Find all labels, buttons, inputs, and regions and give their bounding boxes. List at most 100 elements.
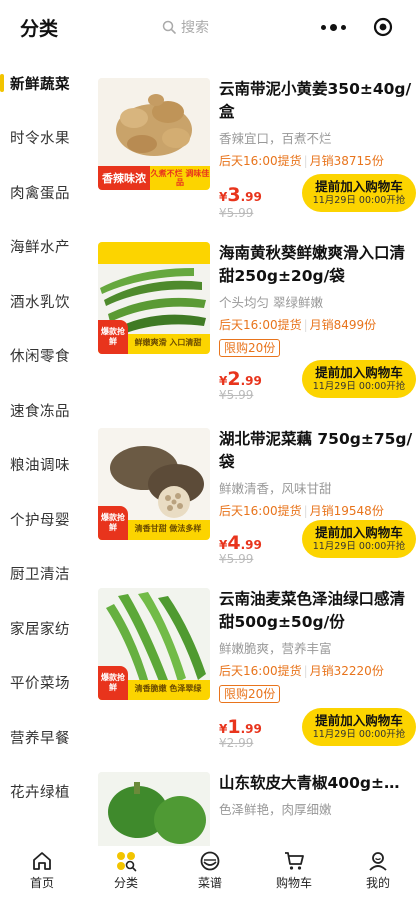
monthly-sales: 月销32220份 — [309, 664, 384, 678]
more-dots-icon[interactable] — [308, 23, 358, 31]
product-price: ¥2.99 — [219, 368, 262, 390]
badge-main-text: 爆款抢鲜 — [98, 506, 128, 540]
original-price: ¥2.99 — [219, 736, 254, 750]
sidebar-item-fresh-vegetables[interactable]: 新鲜蔬菜 — [0, 56, 86, 111]
tab-label: 菜谱 — [197, 876, 222, 890]
tab-recipes[interactable]: 菜谱 — [168, 846, 252, 898]
sidebar-item-grain-oil[interactable]: 粮油调味 — [0, 438, 86, 493]
sidebar-item-snacks[interactable]: 休闲零食 — [0, 329, 86, 384]
category-icon — [117, 852, 137, 872]
product-name[interactable]: 云南带泥小黄姜350±40g/盒 — [219, 78, 415, 124]
sidebar-item-seasonal-fruit[interactable]: 时令水果 — [0, 111, 86, 166]
category-sidebar: 新鲜蔬菜 时令水果 肉禽蛋品 海鲜水产 酒水乳饮 休闲零食 速食冻品 粮油调味 … — [0, 56, 86, 846]
purchase-limit-tag: 限购20份 — [219, 339, 281, 357]
badge-main-text: 爆款抢鲜 — [98, 320, 128, 354]
tab-label: 我的 — [365, 876, 390, 890]
badge-sub-text: 久煮不烂 调味佳品 — [150, 166, 210, 190]
badge-main-text: 爆款抢鲜 — [98, 666, 128, 700]
add-to-cart-label: 提前加入购物车 — [315, 525, 403, 540]
add-to-cart-button[interactable]: 提前加入购物车 11月29日 00:00开抢 — [302, 174, 416, 212]
add-to-cart-button[interactable]: 提前加入购物车 11月29日 00:00开抢 — [302, 708, 416, 746]
sidebar-item-label: 酒水乳饮 — [10, 294, 70, 311]
mini-program-capsule — [308, 10, 408, 44]
product-badge: 香辣味浓 久煮不烂 调味佳品 — [98, 166, 210, 190]
sidebar-item-label: 海鲜水产 — [10, 240, 70, 257]
monthly-sales: 月销8499份 — [309, 318, 377, 332]
pickup-time: 后天16:00提货 — [219, 318, 302, 332]
sidebar-item-personal-baby[interactable]: 个护母婴 — [0, 492, 86, 547]
sidebar-item-frozen[interactable]: 速食冻品 — [0, 383, 86, 438]
sidebar-item-label: 厨卫清洁 — [10, 567, 70, 584]
product-price: ¥3.99 — [219, 184, 262, 206]
add-to-cart-button[interactable]: 提前加入购物车 11月29日 00:00开抢 — [302, 520, 416, 558]
sidebar-item-budget-market[interactable]: 平价菜场 — [0, 656, 86, 711]
tab-home[interactable]: 首页 — [0, 846, 84, 898]
sidebar-item-home-textile[interactable]: 家居家纺 — [0, 601, 86, 656]
tab-cart[interactable]: 购物车 — [252, 846, 336, 898]
product-card[interactable]: 爆款抢鲜 鲜嫩爽滑 入口清甜 海南黄秋葵鲜嫩爽滑入口清甜250g±20g/袋 个… — [86, 242, 420, 402]
product-meta: 后天16:00提货 | 月销38715份 — [219, 154, 384, 168]
badge-sub-text: 清香甘甜 做法多样 — [134, 524, 202, 533]
product-image[interactable]: 爆款抢鲜 清香脆嫩 色泽翠绿 — [98, 588, 210, 700]
search-box[interactable]: 搜索 — [162, 17, 209, 37]
product-card[interactable]: 爆款抢鲜 清香甘甜 做法多样 湖北带泥菜藕 750g±75g/袋 鲜嫩清香，风味… — [86, 428, 420, 578]
original-price: ¥5.99 — [219, 388, 254, 402]
sale-start-time: 11月29日 00:00开抢 — [312, 381, 406, 392]
pickup-time: 后天16:00提货 — [219, 504, 302, 518]
monthly-sales: 月销38715份 — [309, 154, 384, 168]
sidebar-item-breakfast[interactable]: 营养早餐 — [0, 710, 86, 765]
add-to-cart-button[interactable]: 提前加入购物车 11月29日 00:00开抢 — [302, 360, 416, 398]
cart-icon — [285, 852, 304, 870]
product-badge: 爆款抢鲜 鲜嫩爽滑 入口清甜 — [98, 320, 210, 354]
product-name[interactable]: 云南油麦菜色泽油绿口感清甜500g±50g/份 — [219, 588, 415, 634]
product-price: ¥1.99 — [219, 716, 262, 738]
product-card[interactable]: 爆款抢鲜 清香脆嫩 色泽翠绿 云南油麦菜色泽油绿口感清甜500g±50g/份 鲜… — [86, 588, 420, 750]
monthly-sales: 月销19548份 — [309, 504, 384, 518]
sale-start-time: 11月29日 00:00开抢 — [312, 729, 406, 740]
product-meta: 后天16:00提货 | 月销8499份 — [219, 318, 377, 332]
bottom-tab-bar: 首页 分类 菜谱 购物车 我的 — [0, 846, 420, 898]
badge-sub-text: 鲜嫩爽滑 入口清甜 — [134, 338, 202, 347]
product-name[interactable]: 湖北带泥菜藕 750g±75g/袋 — [219, 428, 415, 474]
product-card[interactable]: 香辣味浓 久煮不烂 调味佳品 云南带泥小黄姜350±40g/盒 香辣宜口，百煮不… — [86, 78, 420, 228]
product-desc: 色泽鲜艳，肉厚细嫩 — [219, 802, 332, 817]
home-icon — [33, 852, 51, 870]
pickup-time: 后天16:00提货 — [219, 664, 302, 678]
sidebar-item-label: 花卉绿植 — [10, 785, 70, 802]
tab-label: 首页 — [29, 876, 54, 890]
recipe-bowl-icon — [200, 851, 220, 871]
product-price: ¥4.99 — [219, 532, 262, 554]
add-to-cart-label: 提前加入购物车 — [315, 713, 403, 728]
page-title: 分类 — [20, 18, 59, 40]
sidebar-item-drinks[interactable]: 酒水乳饮 — [0, 274, 86, 329]
search-icon — [162, 20, 176, 34]
product-meta: 后天16:00提货 | 月销32220份 — [219, 664, 384, 678]
product-desc: 鲜嫩脆爽，营养丰富 — [219, 641, 332, 656]
sidebar-item-cleaning[interactable]: 厨卫清洁 — [0, 547, 86, 602]
product-meta: 后天16:00提货 | 月销19548份 — [219, 504, 384, 518]
tab-profile[interactable]: 我的 — [336, 846, 420, 898]
product-image[interactable]: 爆款抢鲜 鲜嫩爽滑 入口清甜 — [98, 242, 210, 354]
record-target-icon[interactable] — [358, 17, 408, 37]
pickup-time: 后天16:00提货 — [219, 154, 302, 168]
sidebar-item-flowers-plants[interactable]: 花卉绿植 — [0, 765, 86, 820]
tab-category[interactable]: 分类 — [84, 846, 168, 898]
badge-main-text: 香辣味浓 — [98, 166, 150, 190]
product-image[interactable]: 爆款抢鲜 清香甘甜 做法多样 — [98, 428, 210, 540]
sidebar-item-label: 肉禽蛋品 — [10, 185, 70, 202]
product-image[interactable] — [98, 772, 210, 846]
product-card[interactable]: 山东软皮大青椒400g±… 色泽鲜艳，肉厚细嫩 — [86, 772, 420, 846]
product-image[interactable]: 香辣味浓 久煮不烂 调味佳品 — [98, 78, 210, 190]
sidebar-item-seafood[interactable]: 海鲜水产 — [0, 220, 86, 275]
sidebar-item-label: 家居家纺 — [10, 621, 70, 638]
product-name[interactable]: 山东软皮大青椒400g±… — [219, 772, 415, 795]
sidebar-item-label: 营养早餐 — [10, 730, 70, 747]
add-to-cart-label: 提前加入购物车 — [315, 365, 403, 380]
sale-start-time: 11月29日 00:00开抢 — [312, 195, 406, 206]
original-price: ¥5.99 — [219, 552, 254, 566]
sidebar-item-label: 休闲零食 — [10, 349, 70, 366]
sidebar-item-meat-eggs[interactable]: 肉禽蛋品 — [0, 165, 86, 220]
badge-sub-text: 清香脆嫩 色泽翠绿 — [134, 684, 202, 693]
sidebar-item-label: 时令水果 — [10, 131, 70, 148]
product-name[interactable]: 海南黄秋葵鲜嫩爽滑入口清甜250g±20g/袋 — [219, 242, 415, 288]
